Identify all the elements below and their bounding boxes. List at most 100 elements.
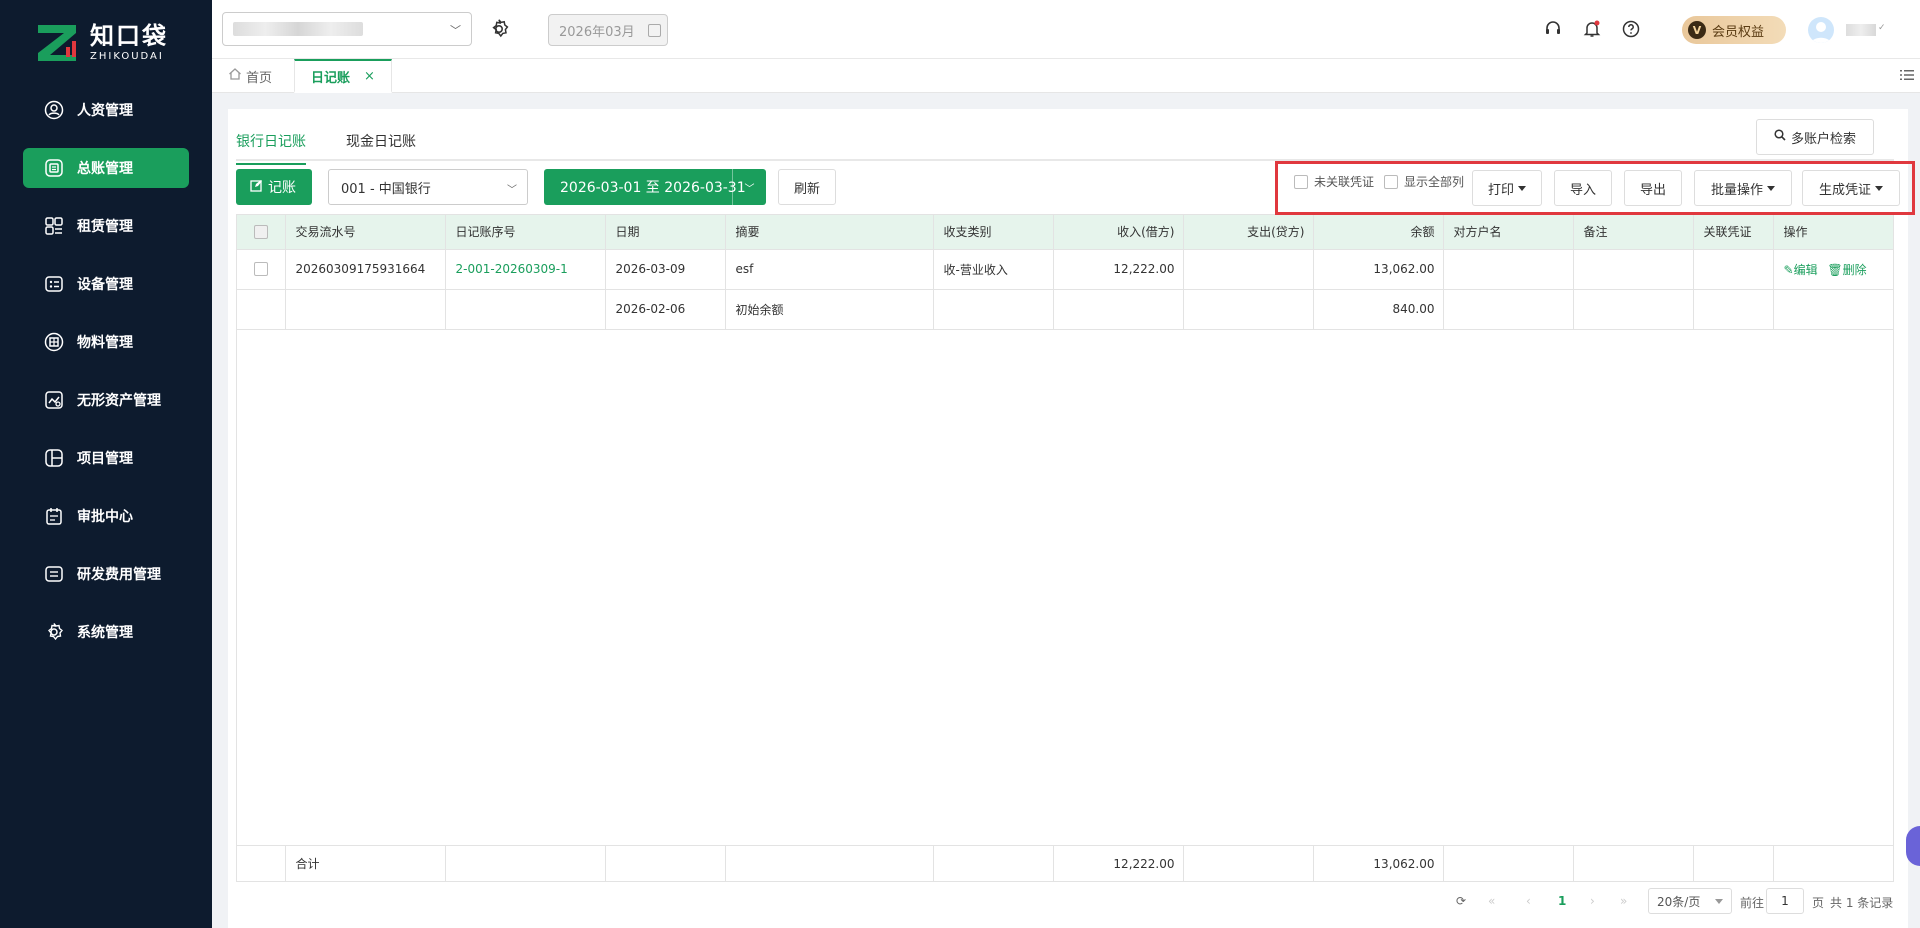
account-value: 001 - 中国银行: [341, 181, 431, 197]
cell-balance: 13,062.00: [1313, 249, 1444, 290]
brand-name: 知口袋: [90, 21, 168, 50]
last-page-icon[interactable]: »: [1620, 894, 1627, 908]
refresh-button[interactable]: 刷新: [778, 169, 836, 205]
cell-counterparty: [1443, 289, 1574, 330]
page-number-current[interactable]: 1: [1558, 894, 1566, 908]
sidebar-item-ledger[interactable]: 总账管理: [23, 148, 189, 188]
sidebar-item-system[interactable]: 系统管理: [23, 612, 189, 652]
unlinked-voucher-checkbox[interactable]: 未关联凭证: [1294, 173, 1374, 190]
sidebar-item-rd-expense[interactable]: 研发费用管理: [23, 554, 189, 594]
tab-journal[interactable]: 日记账 ×: [294, 59, 392, 93]
logo-mark-icon: [36, 21, 80, 63]
approval-icon: [43, 505, 65, 527]
cell-voucher: [1693, 289, 1774, 330]
caret-down-icon: [1715, 899, 1723, 904]
date-range-value: 2026-03-01 至 2026-03-31: [560, 180, 746, 196]
sidebar-item-material[interactable]: 物料管理: [23, 322, 189, 362]
delete-link[interactable]: 🗑删除: [1827, 263, 1866, 277]
subtab-cash-journal[interactable]: 现金日记账: [346, 131, 416, 163]
total-income: 12,222.00: [1053, 845, 1184, 882]
col-category: 收支类别: [933, 215, 1054, 250]
cell-category: [933, 289, 1054, 330]
date-range-picker[interactable]: 2026-03-01 至 2026-03-31 ﹀: [544, 169, 766, 205]
cell-date: 2026-03-09: [605, 249, 726, 290]
brand-logo[interactable]: 知口袋 ZHIKOUDAI: [36, 20, 168, 64]
cell-seq-link[interactable]: 2-001-20260309-1: [445, 249, 606, 290]
tab-list-icon[interactable]: [1900, 69, 1914, 81]
sidebar-item-device[interactable]: 设备管理: [23, 264, 189, 304]
print-label: 打印: [1487, 182, 1514, 198]
project-icon: [43, 447, 65, 469]
prev-page-icon[interactable]: ‹: [1526, 894, 1531, 908]
record-entry-button[interactable]: 记账: [236, 169, 312, 205]
search-icon: [1774, 129, 1786, 145]
sidebar-item-project[interactable]: 项目管理: [23, 438, 189, 478]
chevron-down-icon: ﹀: [450, 24, 461, 37]
month-picker[interactable]: 2026年03月: [548, 14, 668, 46]
vip-label: 会员权益: [1712, 24, 1765, 40]
tab-home[interactable]: 首页: [228, 59, 272, 93]
show-all-columns-checkbox[interactable]: 显示全部列: [1384, 173, 1464, 190]
multi-account-search-button[interactable]: 多账户检索: [1756, 119, 1874, 155]
headset-icon[interactable]: [1542, 18, 1564, 40]
cell-note: [1573, 289, 1694, 330]
journal-panel: 银行日记账 现金日记账 多账户检索 记账 001 - 中国银行 ﹀ 2026-0…: [228, 109, 1908, 928]
cell-summary: 初始余额: [725, 289, 934, 330]
person-icon: [43, 99, 65, 121]
bell-icon[interactable]: [1581, 18, 1603, 40]
gear-icon[interactable]: [488, 18, 510, 40]
col-actions: 操作: [1773, 215, 1894, 250]
chevron-down-icon[interactable]: ✓: [1878, 23, 1886, 33]
company-name-redacted: [233, 22, 363, 36]
avatar[interactable]: [1808, 17, 1834, 43]
cell-expense: [1183, 249, 1314, 290]
username-redacted[interactable]: [1846, 24, 1876, 36]
page-size-select[interactable]: 20条/页: [1648, 888, 1732, 914]
col-expense: 支出(贷方): [1183, 215, 1314, 250]
cell-note: [1573, 249, 1694, 290]
help-icon[interactable]: [1620, 18, 1642, 40]
trash-icon: 🗑: [1827, 262, 1843, 277]
total-records: 共 1 条记录: [1830, 896, 1894, 910]
sidebar-item-label: 系统管理: [77, 625, 133, 641]
edit-link[interactable]: ✎编辑: [1784, 263, 1818, 277]
highlight-box: 未关联凭证 显示全部列 打印 导入 导出 批量操作 生成凭证: [1275, 161, 1915, 215]
select-all-checkbox[interactable]: [237, 215, 286, 250]
cell-voucher: [1693, 249, 1774, 290]
row-checkbox[interactable]: [237, 249, 286, 290]
page-size-value: 20条/页: [1657, 894, 1701, 909]
refresh-icon[interactable]: ⟳: [1456, 894, 1466, 908]
first-page-icon[interactable]: «: [1488, 894, 1495, 908]
sidebar: 知口袋 ZHIKOUDAI 人资管理 总账管理 租赁管理 设备管理 物料管理 无…: [0, 0, 212, 928]
col-voucher: 关联凭证: [1693, 215, 1774, 250]
sidebar-item-approval[interactable]: 审批中心: [23, 496, 189, 536]
import-button[interactable]: 导入: [1554, 170, 1612, 206]
cell-serial: 20260309175931664: [285, 249, 446, 290]
tab-home-label: 首页: [246, 70, 273, 86]
ledger-icon: [43, 157, 65, 179]
company-select[interactable]: ﹀: [222, 12, 472, 46]
top-bar: ﹀ 2026年03月 V 会员权益 ✓: [212, 0, 1920, 59]
sidebar-item-hr[interactable]: 人资管理: [23, 90, 189, 130]
next-page-icon[interactable]: ›: [1590, 894, 1595, 908]
vip-benefits-button[interactable]: V 会员权益: [1682, 16, 1786, 44]
tab-journal-label: 日记账: [311, 70, 351, 86]
pagination: ⟳ « ‹ 1 › » 20条/页 前往 1 页 共 1 条记录: [228, 888, 1896, 918]
record-entry-label: 记账: [268, 180, 296, 196]
sidebar-item-intangible[interactable]: 无形资产管理: [23, 380, 189, 420]
account-select[interactable]: 001 - 中国银行 ﹀: [328, 169, 528, 205]
print-button[interactable]: 打印: [1472, 170, 1542, 206]
chat-widget-icon[interactable]: [1906, 826, 1920, 866]
export-button[interactable]: 导出: [1624, 170, 1682, 206]
col-serial: 交易流水号: [285, 215, 446, 250]
cell-seq: [445, 289, 606, 330]
goto-page-input[interactable]: 1: [1766, 888, 1804, 914]
chevron-down-icon[interactable]: ﹀: [732, 169, 766, 205]
batch-operations-button[interactable]: 批量操作: [1694, 170, 1792, 206]
cell-actions: ✎编辑 🗑删除: [1773, 249, 1894, 290]
subtab-bank-journal[interactable]: 银行日记账: [236, 131, 306, 165]
close-icon[interactable]: ×: [364, 69, 375, 84]
sidebar-item-lease[interactable]: 租赁管理: [23, 206, 189, 246]
delete-label: 删除: [1842, 262, 1867, 277]
generate-voucher-button[interactable]: 生成凭证: [1802, 170, 1900, 206]
